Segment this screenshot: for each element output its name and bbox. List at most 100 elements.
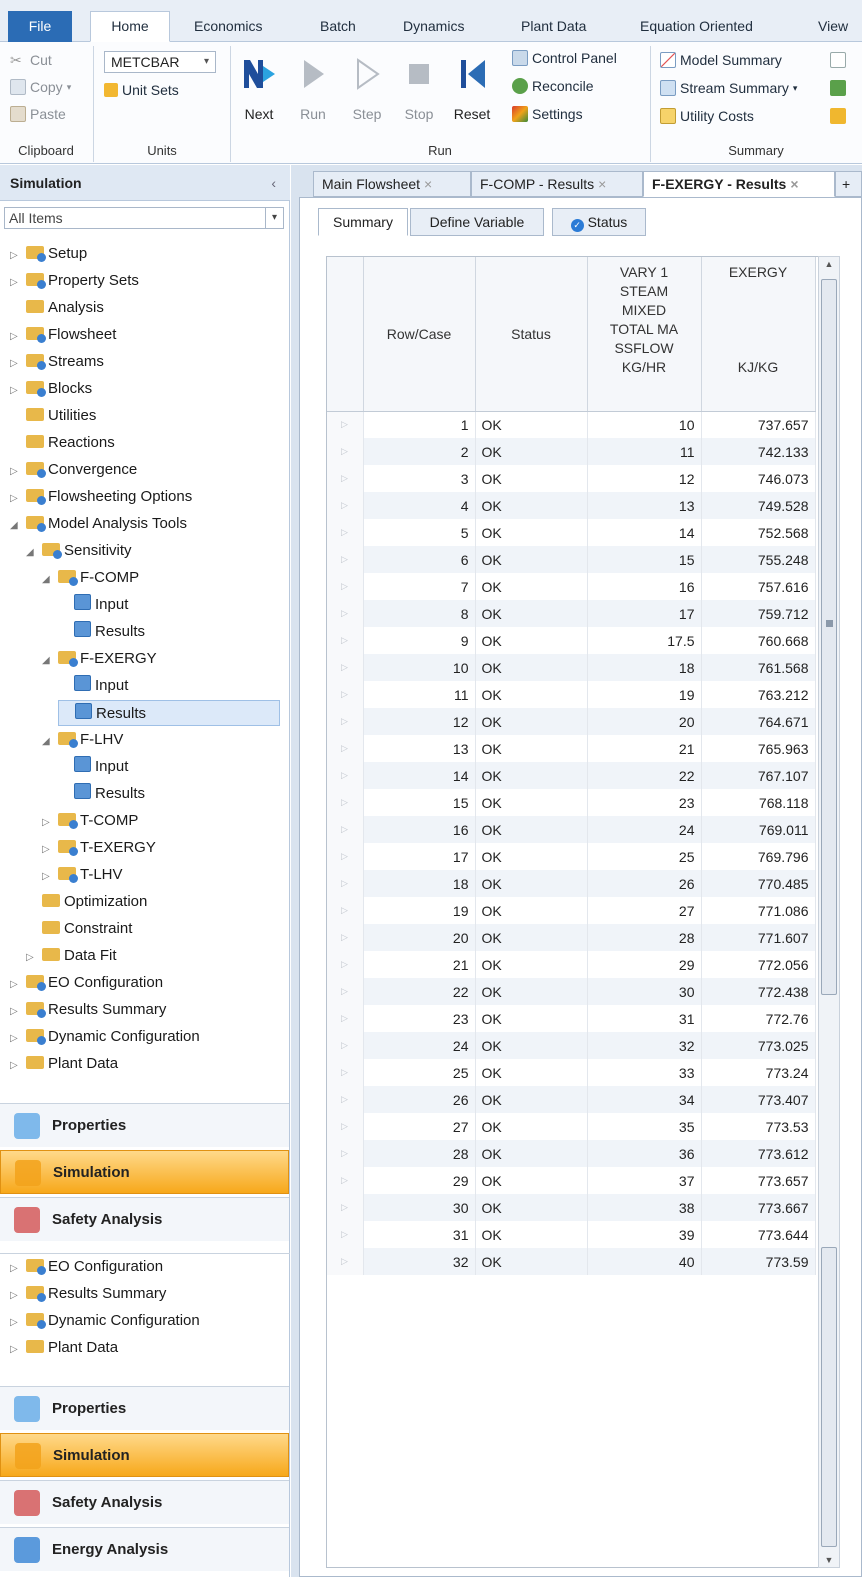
row-selector-icon[interactable]: ▷ [327, 492, 364, 519]
tree-item-t-lhv[interactable]: ▷ T-LHV [42, 862, 123, 888]
cell-exergy[interactable]: 773.667 [701, 1194, 816, 1221]
cell-steam-flow[interactable]: 34 [587, 1086, 702, 1113]
cell-row-case[interactable]: 10 [363, 654, 476, 681]
cell-status[interactable]: OK [475, 492, 588, 519]
cell-status[interactable]: OK [475, 546, 588, 573]
cell-row-case[interactable]: 28 [363, 1140, 476, 1167]
cell-exergy[interactable]: 746.073 [701, 465, 816, 492]
row-selector-icon[interactable]: ▷ [327, 735, 364, 762]
tab-status[interactable]: ✓ Status [552, 208, 646, 236]
stop-button[interactable]: Stop [396, 48, 442, 138]
tree-item-results[interactable]: Results [58, 619, 145, 645]
cell-exergy[interactable]: 773.53 [701, 1113, 816, 1140]
cell-steam-flow[interactable]: 13 [587, 492, 702, 519]
cell-row-case[interactable]: 4 [363, 492, 476, 519]
copy-button[interactable]: Copy ▾ [10, 79, 71, 95]
cell-status[interactable]: OK [475, 1248, 588, 1275]
cell-steam-flow[interactable]: 17.5 [587, 627, 702, 654]
cell-status[interactable]: OK [475, 438, 588, 465]
cell-steam-flow[interactable]: 37 [587, 1167, 702, 1194]
model-summary-button[interactable]: Model Summary [660, 52, 782, 68]
tree-item-results-summary[interactable]: ▷ Results Summary [10, 997, 166, 1023]
cell-exergy[interactable]: 763.212 [701, 681, 816, 708]
cell-steam-flow[interactable]: 25 [587, 843, 702, 870]
table-row[interactable]: ▷ 8 OK 17 759.712 [327, 600, 816, 627]
cell-status[interactable]: OK [475, 1113, 588, 1140]
scroll-down-icon[interactable]: ▼ [819, 1555, 839, 1565]
reset-button[interactable]: Reset [446, 48, 498, 138]
row-selector-icon[interactable]: ▷ [327, 924, 364, 951]
cell-exergy[interactable]: 759.712 [701, 600, 816, 627]
cell-row-case[interactable]: 27 [363, 1113, 476, 1140]
collapse-arrow-icon[interactable]: ◢ [42, 567, 54, 593]
table-row[interactable]: ▷ 31 OK 39 773.644 [327, 1221, 816, 1248]
row-selector-icon[interactable]: ▷ [327, 708, 364, 735]
tree-item-dynamic-configuration[interactable]: ▷ Dynamic Configuration [10, 1024, 200, 1050]
nav-simulation[interactable]: Simulation [0, 1150, 289, 1194]
row-selector-icon[interactable]: ▷ [327, 1005, 364, 1032]
cell-steam-flow[interactable]: 19 [587, 681, 702, 708]
tree-item-eo-configuration[interactable]: ▷ EO Configuration [10, 970, 163, 996]
expand-arrow-icon[interactable]: ▷ [10, 1283, 22, 1309]
cell-steam-flow[interactable]: 36 [587, 1140, 702, 1167]
row-selector-icon[interactable]: ▷ [327, 816, 364, 843]
next-button[interactable]: Next [236, 48, 282, 138]
tab-main-flowsheet[interactable]: Main Flowsheet × [313, 171, 471, 197]
cell-row-case[interactable]: 9 [363, 627, 476, 654]
row-selector-icon[interactable]: ▷ [327, 870, 364, 897]
cell-row-case[interactable]: 21 [363, 951, 476, 978]
cell-exergy[interactable]: 770.485 [701, 870, 816, 897]
cell-row-case[interactable]: 13 [363, 735, 476, 762]
table-row[interactable]: ▷ 12 OK 20 764.671 [327, 708, 816, 735]
cell-steam-flow[interactable]: 11 [587, 438, 702, 465]
row-selector-icon[interactable]: ▷ [327, 978, 364, 1005]
cell-status[interactable]: OK [475, 1167, 588, 1194]
cell-steam-flow[interactable]: 28 [587, 924, 702, 951]
expand-arrow-icon[interactable]: ▷ [10, 1026, 22, 1052]
table-row[interactable]: ▷ 21 OK 29 772.056 [327, 951, 816, 978]
tree-item-f-lhv[interactable]: ◢ F-LHV [42, 727, 123, 753]
cell-exergy[interactable]: 769.011 [701, 816, 816, 843]
cell-status[interactable]: OK [475, 1194, 588, 1221]
cell-exergy[interactable]: 760.668 [701, 627, 816, 654]
cell-row-case[interactable]: 1 [363, 411, 476, 438]
cell-steam-flow[interactable]: 27 [587, 897, 702, 924]
cell-status[interactable]: OK [475, 627, 588, 654]
cell-row-case[interactable]: 24 [363, 1032, 476, 1059]
cell-status[interactable]: OK [475, 573, 588, 600]
row-selector-icon[interactable]: ▷ [327, 1113, 364, 1140]
cell-exergy[interactable]: 769.796 [701, 843, 816, 870]
cell-row-case[interactable]: 23 [363, 1005, 476, 1032]
cell-exergy[interactable]: 768.118 [701, 789, 816, 816]
cell-exergy[interactable]: 749.528 [701, 492, 816, 519]
table-row[interactable]: ▷ 24 OK 32 773.025 [327, 1032, 816, 1059]
tree-item-t-comp[interactable]: ▷ T-COMP [42, 808, 138, 834]
nav-safety-analysis[interactable]: Safety Analysis [0, 1480, 289, 1524]
cell-status[interactable]: OK [475, 762, 588, 789]
cell-steam-flow[interactable]: 29 [587, 951, 702, 978]
close-icon[interactable]: × [424, 176, 432, 192]
tab-home[interactable]: Home [90, 11, 170, 42]
cell-row-case[interactable]: 12 [363, 708, 476, 735]
tab-dynamics[interactable]: Dynamics [403, 12, 464, 42]
table-row[interactable]: ▷ 22 OK 30 772.438 [327, 978, 816, 1005]
row-selector-icon[interactable]: ▷ [327, 1032, 364, 1059]
cell-status[interactable]: OK [475, 897, 588, 924]
paste-button[interactable]: Paste [10, 106, 66, 122]
document-icon[interactable] [830, 52, 846, 68]
tree-item-f-comp[interactable]: ◢ F-COMP [42, 565, 139, 591]
cell-row-case[interactable]: 30 [363, 1194, 476, 1221]
expand-arrow-icon[interactable]: ▷ [10, 378, 22, 404]
tree-item-sensitivity[interactable]: ◢ Sensitivity [26, 538, 132, 564]
close-icon[interactable]: × [790, 176, 798, 192]
row-selector-icon[interactable]: ▷ [327, 1059, 364, 1086]
add-tab-button[interactable]: + [835, 171, 862, 197]
expand-arrow-icon[interactable]: ▷ [10, 972, 22, 998]
table-row[interactable]: ▷ 14 OK 22 767.107 [327, 762, 816, 789]
expand-arrow-icon[interactable]: ▷ [42, 837, 54, 863]
cell-status[interactable]: OK [475, 411, 588, 438]
expand-arrow-icon[interactable]: ▷ [42, 810, 54, 836]
cell-status[interactable]: OK [475, 951, 588, 978]
cell-row-case[interactable]: 3 [363, 465, 476, 492]
cell-row-case[interactable]: 8 [363, 600, 476, 627]
